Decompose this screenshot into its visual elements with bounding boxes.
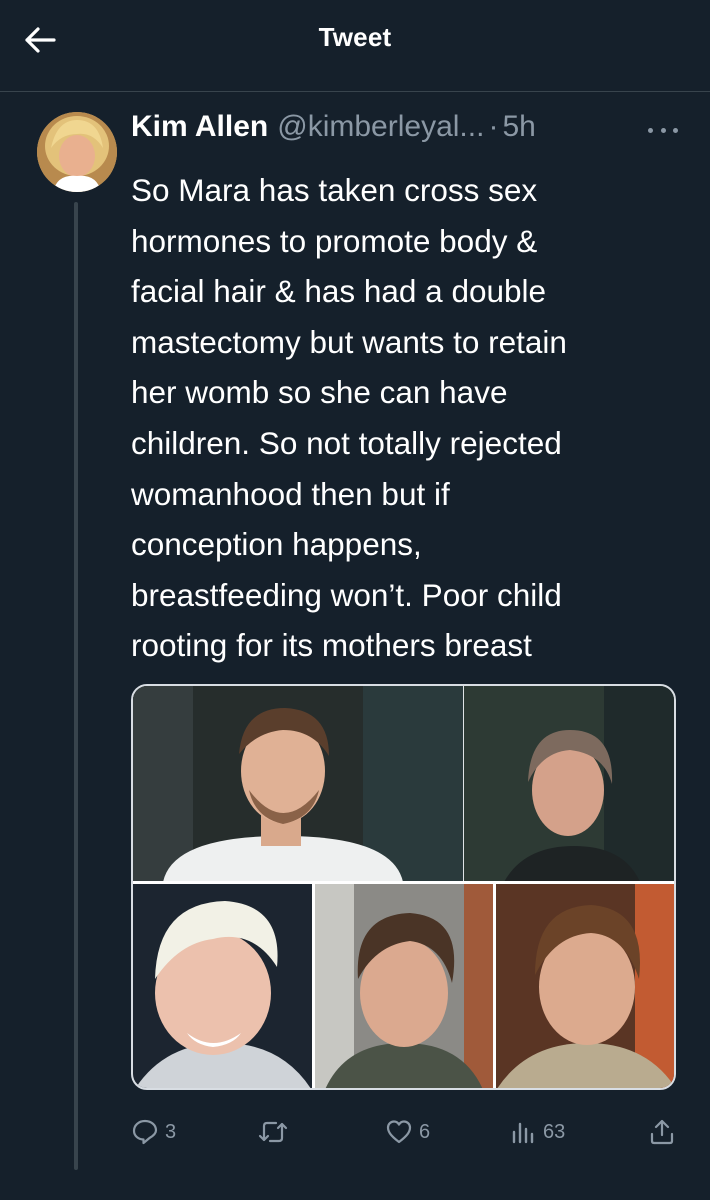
tweet-text-line: facial hair & has had a double xyxy=(131,273,547,310)
like-icon xyxy=(386,1120,412,1144)
media-divider xyxy=(493,883,496,1088)
tweet-text-line: her womb so she can have xyxy=(131,374,508,411)
reply-button[interactable]: 3 xyxy=(131,1112,176,1152)
tweet-text-line: children. So not totally rejected xyxy=(131,424,562,461)
views-count: 63 xyxy=(543,1120,566,1143)
photo-panel xyxy=(314,883,494,1088)
tweet-actions: 3 6 63 xyxy=(131,1112,676,1152)
reply-icon xyxy=(132,1119,158,1145)
retweet-icon xyxy=(258,1121,288,1143)
author-name[interactable]: Kim Allen xyxy=(131,110,268,144)
tweet-text-line: So Mara has taken cross sex xyxy=(131,172,538,208)
avatar-image xyxy=(37,112,117,192)
like-button[interactable]: 6 xyxy=(385,1112,430,1152)
media-divider xyxy=(312,883,315,1088)
tweet-text: So Mara has taken cross sex hormones to … xyxy=(131,165,691,671)
tweet-author-row: Kim Allen @kimberleyal... · 5h xyxy=(131,110,691,154)
like-count: 6 xyxy=(419,1120,431,1143)
media-divider xyxy=(133,881,674,884)
reply-count: 3 xyxy=(165,1120,177,1143)
author-handle[interactable]: @kimberleyal... xyxy=(277,110,484,144)
tweet-text-line: conception happens, xyxy=(131,526,422,563)
tweet-text-line: rooting for its mothers breast xyxy=(131,627,532,664)
tweet-media-image[interactable] xyxy=(131,684,676,1090)
tweet-timestamp[interactable]: 5h xyxy=(502,110,535,144)
share-icon xyxy=(650,1119,674,1145)
tweet-text-line: womanhood then but if xyxy=(131,475,450,512)
top-bar: Tweet xyxy=(0,0,710,92)
thread-line xyxy=(74,202,78,1170)
retweet-button[interactable] xyxy=(258,1112,294,1152)
avatar[interactable] xyxy=(37,112,117,192)
views-icon xyxy=(512,1122,534,1144)
page-title: Tweet xyxy=(318,22,392,52)
share-button[interactable] xyxy=(648,1112,676,1152)
more-options-icon[interactable] xyxy=(648,118,678,142)
views-button[interactable]: 63 xyxy=(511,1112,565,1152)
tweet-text-line: hormones to promote body & xyxy=(131,222,538,259)
photo-panel xyxy=(495,883,674,1088)
tweet-text-line: breastfeeding won’t. Poor child xyxy=(131,576,562,613)
photo-panel xyxy=(133,883,313,1088)
photo-panel xyxy=(464,686,674,882)
separator-dot: · xyxy=(488,110,499,143)
photo-panel xyxy=(133,686,463,882)
tweet-text-line: mastectomy but wants to retain xyxy=(131,323,567,360)
